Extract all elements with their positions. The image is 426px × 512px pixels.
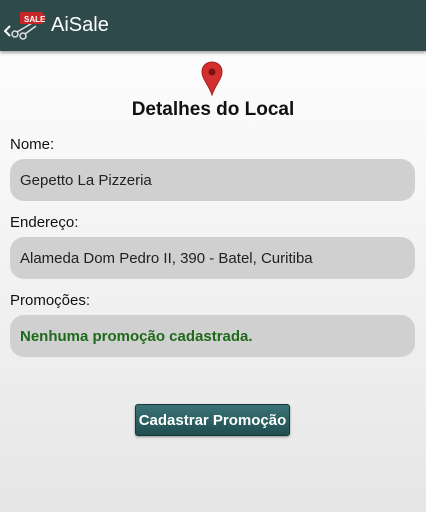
page-title: Detalhes do Local [131, 99, 295, 120]
name-label: Nome: [10, 136, 55, 153]
promotions-label: Promoções: [10, 292, 91, 309]
back-logo-icon[interactable]: SALE [3, 10, 48, 42]
name-field: Gepetto La Pizzeria [10, 159, 415, 201]
svg-text:SALE: SALE [24, 15, 46, 24]
action-bar: SALE AiSale [0, 0, 426, 51]
address-label: Endereço: [10, 214, 79, 231]
app-title: AiSale [51, 14, 109, 36]
register-promotion-button[interactable]: Cadastrar Promoção [135, 404, 290, 436]
promotions-field: Nenhuma promoção cadastrada. [10, 315, 415, 357]
map-pin-icon [201, 61, 223, 97]
address-field: Alameda Dom Pedro II, 390 - Batel, Curit… [10, 237, 415, 279]
